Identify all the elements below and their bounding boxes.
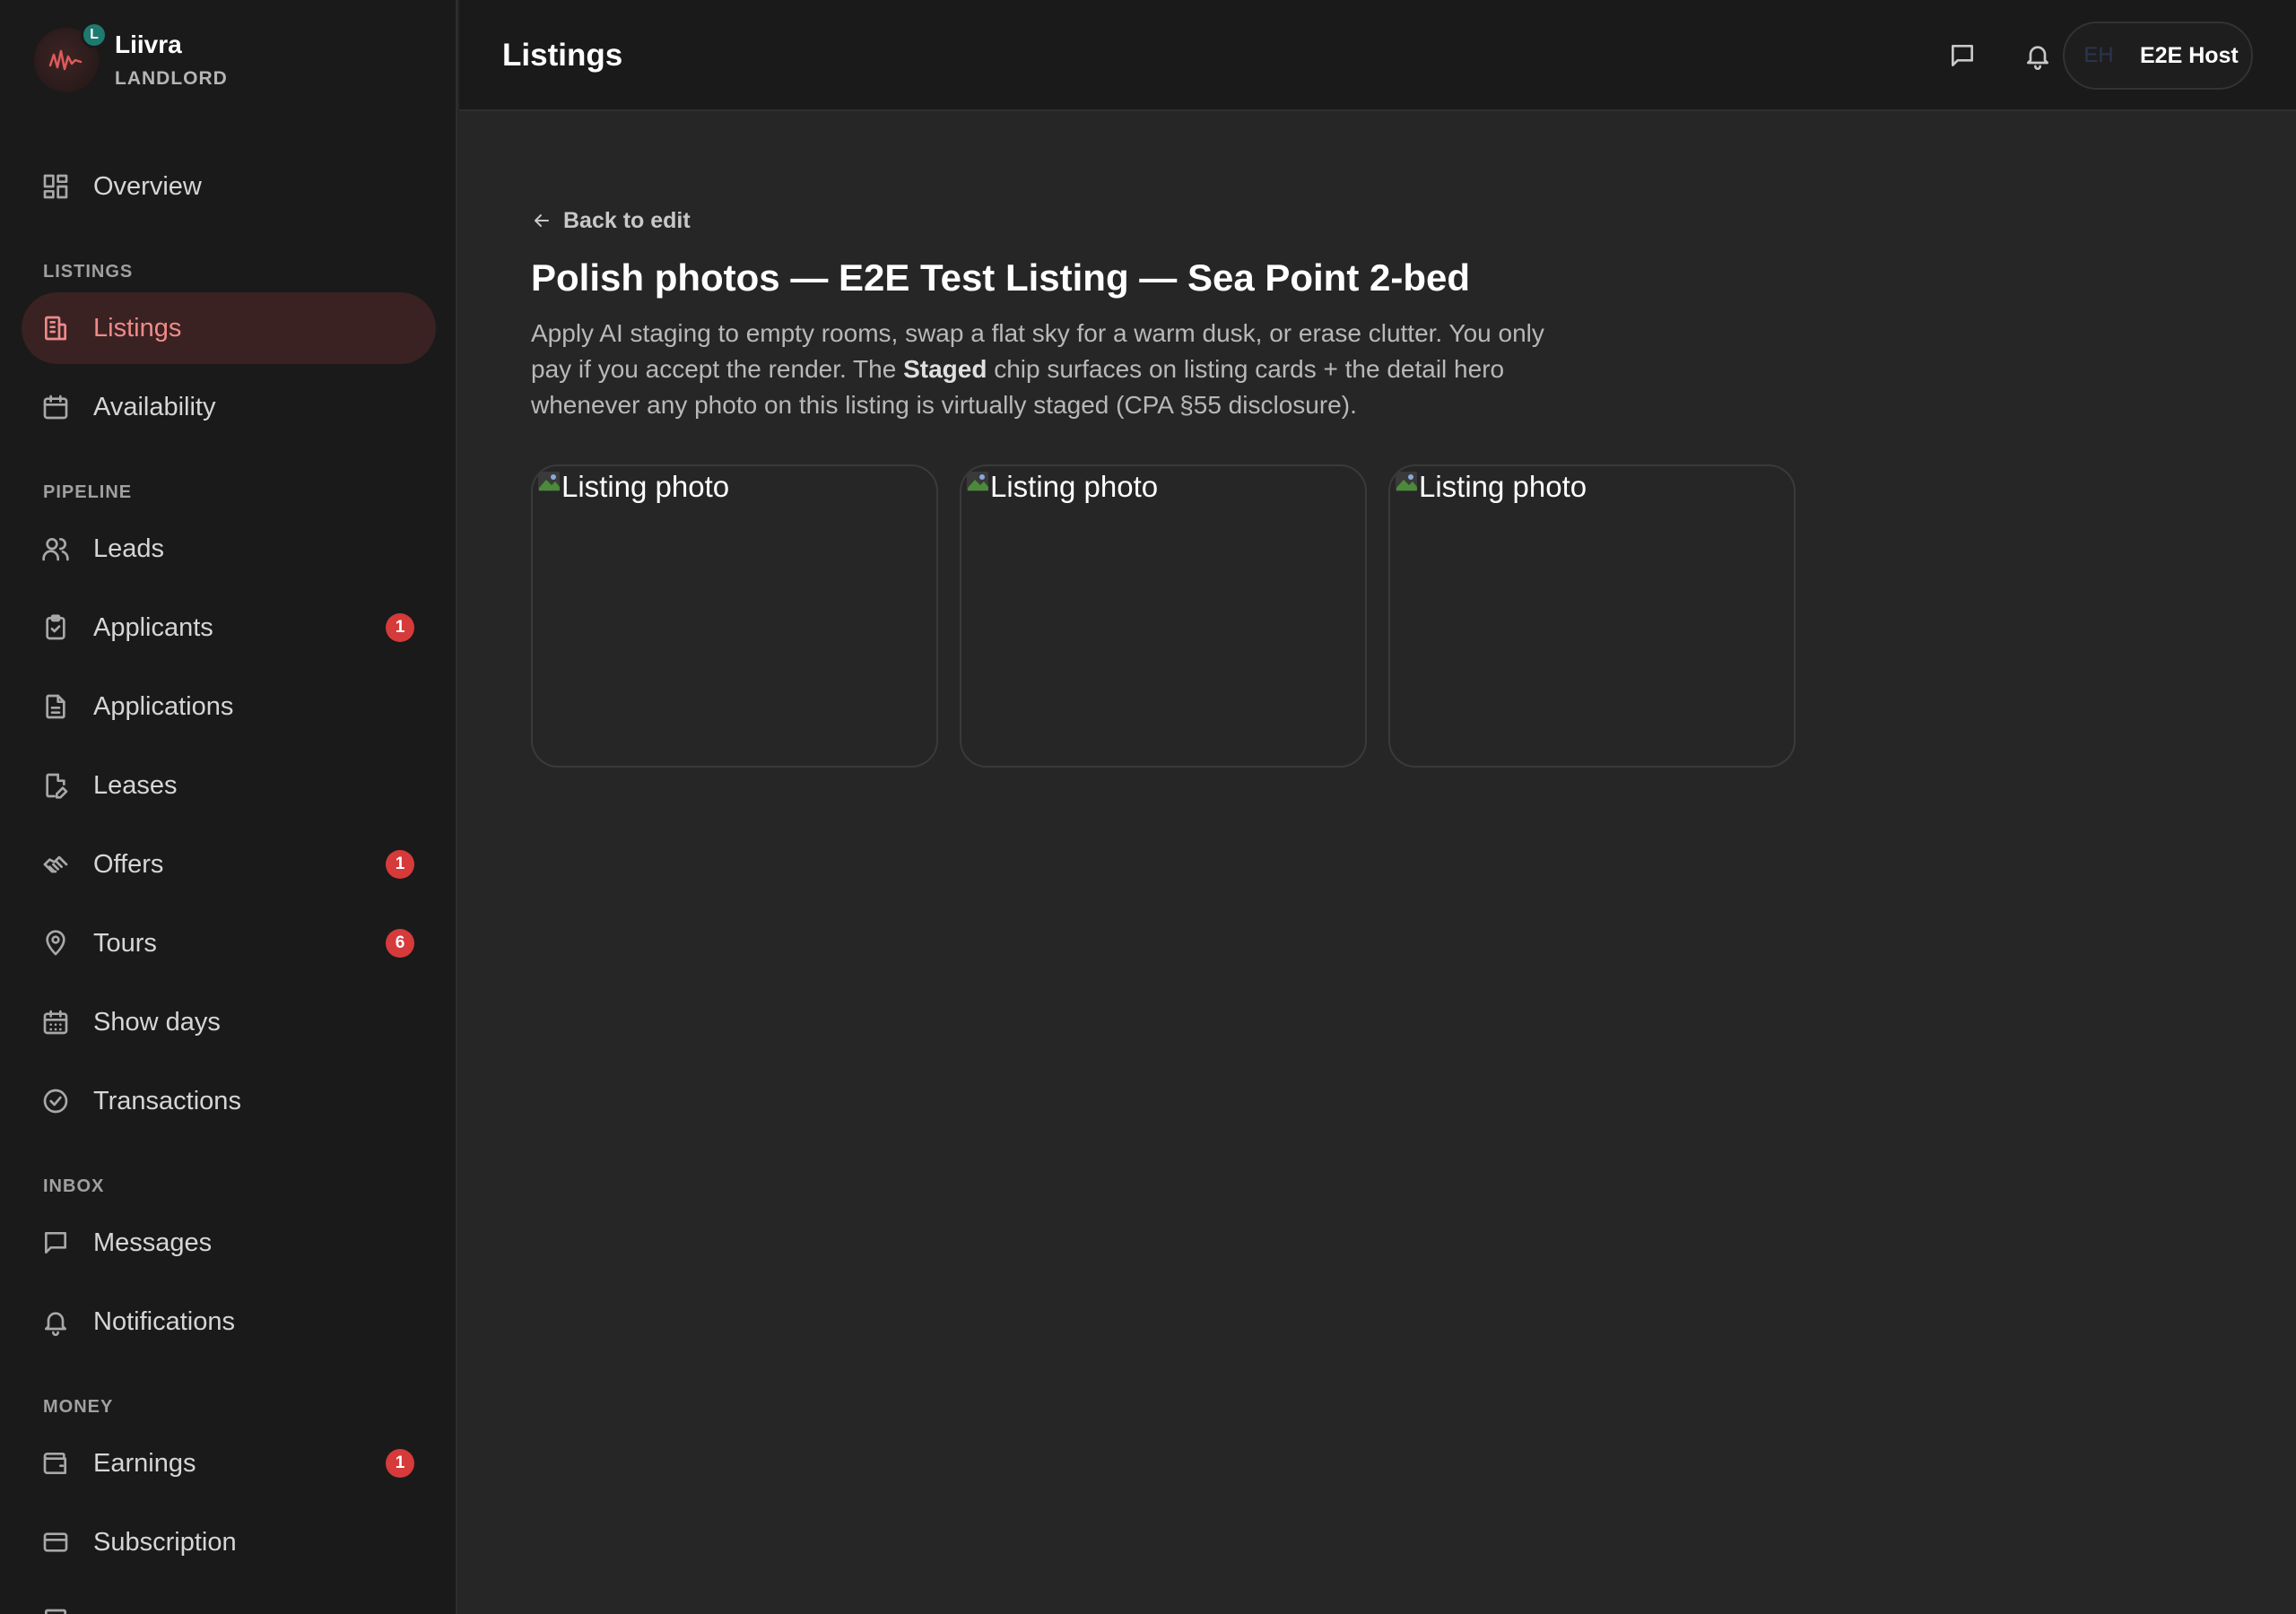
broken-image-icon [1396,472,1417,491]
calendar-days-icon [41,1008,70,1037]
sidebar-item-applicants[interactable]: Applicants 1 [22,592,436,664]
topbar: Listings EH E2E Host [459,0,2296,111]
messages-button[interactable] [1943,36,1982,75]
sidebar-item-label: Tours [93,928,157,958]
brand[interactable]: L Liivra LANDLORD [34,22,447,95]
section-label-money: MONEY [43,1397,114,1417]
clipboard-check-icon [41,613,70,642]
bell-icon [2027,46,2048,70]
avatar: EH [2083,43,2114,67]
sidebar-item-offers[interactable]: Offers 1 [22,829,436,900]
map-pin-icon [41,929,70,958]
message-square-icon [41,1228,70,1257]
count-badge: 1 [386,850,414,879]
sidebar-item-label: Offers [93,849,164,879]
page-header-title: Listings [502,38,623,73]
brand-name: Liivra [115,30,182,58]
sidebar-item-label: Leads [93,534,165,563]
sidebar-item-show-days[interactable]: Show days [22,986,436,1058]
sidebar-item-leads[interactable]: Leads [22,513,436,585]
page-title: Polish photos — E2E Test Listing — Sea P… [531,256,1471,299]
section-label-pipeline: PIPELINE [43,482,133,502]
sidebar-item-label: Availability [93,392,216,421]
count-badge: 1 [386,1449,414,1478]
user-menu-button[interactable]: EH E2E Host [2063,22,2253,90]
count-badge: 1 [386,613,414,642]
sidebar-item-label: Notifications [93,1306,235,1336]
listing-photo-card[interactable]: Listing photo [531,464,938,768]
sidebar-item-label: Transactions [93,1086,241,1115]
message-square-icon [1952,45,1973,66]
broken-image-icon [967,472,988,491]
sidebar-item-label: Listings [93,313,182,343]
sidebar-item-label: Messages [93,1228,213,1257]
sidebar-item-label: Leases [93,770,178,800]
page-description: Apply AI staging to empty rooms, swap a … [531,316,1589,423]
sidebar-item-label: Applicants [93,612,213,642]
sidebar-item-listings[interactable]: Listings [22,292,436,364]
app-root: L Liivra LANDLORD Overview LISTINGS List… [0,0,2296,1614]
sidebar-item-applications[interactable]: Applications [22,671,436,742]
credit-card-icon [41,1528,70,1557]
sidebar-item-label: Applications [93,691,234,721]
sidebar-item-label: Show days [93,1007,221,1037]
receipt-icon [41,1607,70,1614]
sidebar-item-overview[interactable]: Overview [22,151,436,222]
sidebar: L Liivra LANDLORD Overview LISTINGS List… [0,0,457,1614]
sidebar-item-earnings[interactable]: Earnings 1 [22,1427,436,1499]
image-alt-text: Listing photo [561,470,730,503]
back-to-edit-link[interactable]: Back to edit [531,203,691,239]
broken-image-icon [538,472,560,491]
sidebar-item-label: Overview [93,171,202,201]
sidebar-item-messages[interactable]: Messages [22,1207,436,1279]
sidebar-item-subscription[interactable]: Subscription [22,1506,436,1578]
brand-status-badge: L [81,22,108,48]
sidebar-item-label: Subscription [93,1527,237,1557]
wallet-icon [41,1449,70,1478]
image-alt-text: Listing photo [1419,470,1587,503]
sidebar-item-transactions[interactable]: Transactions [22,1065,436,1137]
sidebar-item-leases[interactable]: Leases [22,750,436,821]
staged-term: Staged [903,355,987,383]
bell-icon [41,1307,70,1336]
brand-role: LANDLORD [115,68,228,89]
sidebar-item-cutoff[interactable] [22,1585,436,1614]
document-icon [41,692,70,721]
listing-photo-card[interactable]: Listing photo [960,464,1367,768]
calendar-icon [41,393,70,421]
users-icon [41,534,70,563]
notifications-button[interactable] [2018,36,2057,75]
building-icon [41,314,70,343]
sidebar-item-availability[interactable]: Availability [22,371,436,443]
listing-photo-card[interactable]: Listing photo [1388,464,1796,768]
user-name: E2E Host [2140,43,2239,68]
main-content: Back to edit Polish photos — E2E Test Li… [459,113,2296,1614]
section-label-listings: LISTINGS [43,262,134,282]
badge-check-icon [41,1087,70,1115]
sidebar-item-notifications[interactable]: Notifications [22,1286,436,1358]
section-label-inbox: INBOX [43,1176,105,1196]
handshake-icon [41,850,70,879]
file-signature-icon [41,771,70,800]
back-link-label: Back to edit [563,207,691,233]
image-alt-text: Listing photo [990,470,1159,503]
sidebar-item-tours[interactable]: Tours 6 [22,907,436,979]
sidebar-item-label: Earnings [93,1448,196,1478]
dashboard-icon [41,172,70,201]
count-badge: 6 [386,929,414,958]
arrow-left-icon [535,214,549,227]
